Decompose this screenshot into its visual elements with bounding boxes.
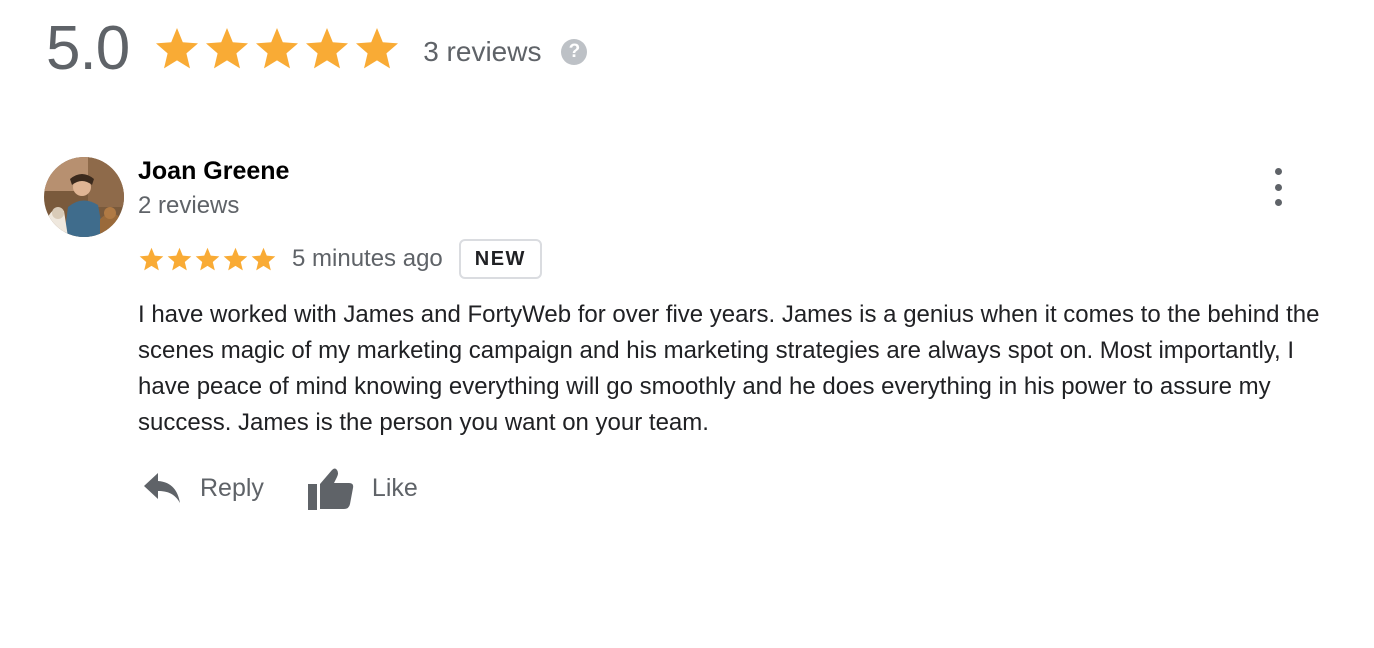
star-icon (256, 28, 299, 69)
average-score: 5.0 (46, 14, 130, 83)
thumb-up-icon (307, 466, 354, 510)
review-text: I have worked with James and FortyWeb fo… (138, 301, 1320, 436)
reviewer-name[interactable]: Joan Greene (138, 157, 289, 186)
new-badge: NEW (458, 239, 542, 279)
avatar-photo (44, 157, 124, 237)
star-icon (251, 247, 276, 270)
summary-star-rating (153, 25, 401, 73)
review-star-rating (138, 246, 277, 273)
rating-summary: 5.0 3 reviews ? (46, 14, 588, 84)
review-actions: Reply Like (142, 460, 418, 516)
star-icon (167, 247, 192, 270)
review-timestamp: 5 minutes ago (292, 245, 443, 272)
more-options-icon[interactable] (1262, 166, 1294, 208)
menu-dot (1274, 183, 1282, 191)
reply-label: Reply (200, 473, 264, 502)
review-meta: 5 minutes ago NEW (138, 237, 542, 281)
total-reviews-count: 3 reviews (423, 36, 542, 67)
reviewer-review-count[interactable]: 2 reviews (138, 192, 239, 220)
reply-button[interactable]: Reply (142, 471, 264, 505)
star-icon (195, 247, 220, 270)
star-icon (223, 247, 248, 270)
reply-icon (142, 471, 182, 505)
star-icon (139, 247, 164, 270)
star-icon (156, 28, 199, 69)
star-icon (206, 28, 249, 69)
like-label: Like (371, 473, 418, 502)
menu-dot (1274, 168, 1282, 175)
avatar[interactable] (44, 157, 124, 237)
star-icon (356, 28, 399, 69)
menu-dot (1274, 199, 1282, 206)
star-icon (306, 28, 349, 69)
like-button[interactable]: Like (307, 466, 418, 510)
help-icon[interactable]: ? (561, 39, 588, 65)
